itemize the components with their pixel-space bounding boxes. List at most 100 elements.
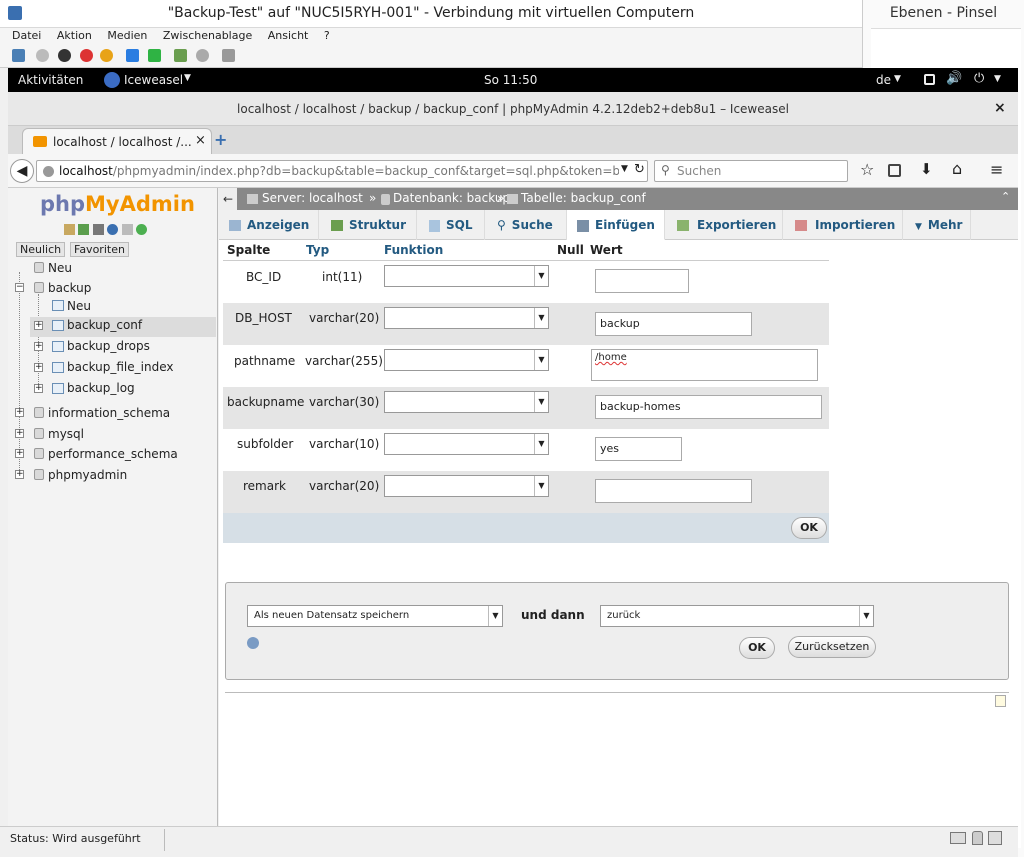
tab-import[interactable]: Importieren <box>783 210 903 240</box>
menu-datei[interactable]: Datei <box>12 29 41 42</box>
expand-mysql-icon[interactable]: + <box>15 429 24 438</box>
value-input-bc-id[interactable] <box>595 269 689 293</box>
reload-nav-icon[interactable] <box>136 224 147 235</box>
tree-new-table[interactable]: Neu <box>67 299 91 313</box>
menu-help[interactable]: ? <box>324 29 330 42</box>
ok-button-bottom[interactable]: OK <box>739 637 775 659</box>
turnoff-icon[interactable] <box>58 49 71 62</box>
docs-icon[interactable] <box>93 224 104 235</box>
function-select[interactable]: ▼ <box>384 433 549 455</box>
menu-ansicht[interactable]: Ansicht <box>268 29 309 42</box>
back-button-icon[interactable]: ◀ <box>10 159 34 183</box>
screen-icon[interactable] <box>924 74 935 85</box>
value-textarea-pathname[interactable]: /home <box>591 349 818 381</box>
tree-table-backup-file-index[interactable]: backup_file_index <box>67 360 173 374</box>
value-input-remark[interactable] <box>595 479 752 503</box>
reset-button[interactable]: Zurücksetzen <box>788 636 876 658</box>
tab-search[interactable]: ⚲ Suche <box>485 210 567 240</box>
tree-new-db[interactable]: Neu <box>48 261 72 275</box>
settings-icon[interactable] <box>122 224 133 235</box>
tab-sql[interactable]: SQL <box>417 210 485 240</box>
function-select[interactable]: ▼ <box>384 349 549 371</box>
menu-zwischenablage[interactable]: Zwischenablage <box>163 29 252 42</box>
tree-db-mysql[interactable]: mysql <box>48 427 84 441</box>
search-field[interactable]: ⚲ Suchen <box>654 160 848 182</box>
tab-export[interactable]: Exportieren <box>665 210 783 240</box>
breadcrumb-table[interactable]: Tabelle: backup_conf <box>521 191 646 205</box>
expand-backup-drops-icon[interactable]: + <box>34 342 43 351</box>
help-icon[interactable] <box>247 637 259 649</box>
header-type[interactable]: Typ <box>306 243 329 257</box>
close-window-icon[interactable]: × <box>994 100 1006 116</box>
breadcrumb-server[interactable]: Server: localhost <box>262 191 363 205</box>
tab-insert[interactable]: Einfügen <box>567 210 665 240</box>
expand-backup-log-icon[interactable]: + <box>34 384 43 393</box>
menu-hamburger-icon[interactable]: ≡ <box>990 160 1003 179</box>
tab-browse[interactable]: Anzeigen <box>219 210 319 240</box>
after-insert-select[interactable]: zurück ▼ <box>600 605 874 627</box>
value-input-db-host[interactable]: backup <box>595 312 752 336</box>
pause-icon[interactable] <box>126 49 139 62</box>
tab-more[interactable]: ▼ Mehr <box>903 210 971 240</box>
home-nav-icon[interactable] <box>64 224 75 235</box>
logout-icon[interactable] <box>78 224 89 235</box>
checkpoint-icon[interactable] <box>174 49 187 62</box>
activities-button[interactable]: Aktivitäten <box>18 73 83 87</box>
expand-information-schema-icon[interactable]: + <box>15 408 24 417</box>
value-input-subfolder[interactable]: yes <box>595 437 682 461</box>
power-icon[interactable] <box>100 49 113 62</box>
tab-structure[interactable]: Struktur <box>319 210 417 240</box>
revert-icon[interactable] <box>196 49 209 62</box>
expand-backup-file-index-icon[interactable]: + <box>34 363 43 372</box>
save-mode-select[interactable]: Als neuen Datensatz speichern ▼ <box>247 605 503 627</box>
url-dropdown-icon[interactable]: ▼ <box>621 164 628 174</box>
enhanced-session-icon[interactable] <box>222 49 235 62</box>
expand-performance-schema-icon[interactable]: + <box>15 449 24 458</box>
menu-medien[interactable]: Medien <box>107 29 147 42</box>
clock[interactable]: So 11:50 <box>484 73 537 87</box>
site-identity-icon[interactable] <box>43 166 54 177</box>
info-icon[interactable] <box>107 224 118 235</box>
browser-tab[interactable]: localhost / localhost /... × <box>22 128 212 154</box>
tree-table-backup-conf[interactable]: backup_conf <box>67 318 142 332</box>
keyboard-layout[interactable]: de <box>876 73 891 87</box>
favorites-tab[interactable]: Favoriten <box>70 242 129 257</box>
collapse-backup-icon[interactable]: − <box>15 283 24 292</box>
start-icon[interactable] <box>36 49 49 62</box>
tree-db-performance-schema[interactable]: performance_schema <box>48 447 178 461</box>
reading-list-icon[interactable] <box>888 164 901 177</box>
new-tab-icon[interactable]: + <box>214 130 227 149</box>
function-select[interactable]: ▼ <box>384 307 549 329</box>
tree-table-backup-log[interactable]: backup_log <box>67 381 135 395</box>
collapse-nav-icon[interactable]: ← <box>219 188 237 210</box>
resume-icon[interactable] <box>148 49 161 62</box>
function-select[interactable]: ▼ <box>384 391 549 413</box>
ok-button-top[interactable]: OK <box>791 517 827 539</box>
expand-backup-conf-icon[interactable]: + <box>34 321 43 330</box>
home-icon[interactable]: ⌂ <box>952 159 962 178</box>
bookmark-star-icon[interactable]: ☆ <box>860 160 874 179</box>
breadcrumb-db[interactable]: Datenbank: backup <box>393 191 510 205</box>
tree-db-phpmyadmin[interactable]: phpmyadmin <box>48 468 127 482</box>
console-icon[interactable] <box>995 695 1006 707</box>
volume-icon[interactable]: 🔊 <box>946 71 962 86</box>
app-menu-button[interactable]: Iceweasel <box>124 73 183 87</box>
shutdown-icon[interactable] <box>80 49 93 62</box>
expand-phpmyadmin-icon[interactable]: + <box>15 470 24 479</box>
url-bar[interactable]: localhost/phpmyadmin/index.php?db=backup… <box>36 160 648 182</box>
downloads-icon[interactable]: ⬇ <box>920 160 933 178</box>
tab-close-icon[interactable]: × <box>195 133 206 148</box>
menu-aktion[interactable]: Aktion <box>57 29 92 42</box>
tree-db-backup[interactable]: backup <box>48 281 91 295</box>
recent-tab[interactable]: Neulich <box>16 242 66 257</box>
power-menu-icon[interactable]: ⏻ <box>974 71 984 86</box>
pma-logo[interactable]: phpMyAdmin <box>40 192 195 216</box>
value-input-backupname[interactable]: backup-homes <box>595 395 822 419</box>
function-select[interactable]: ▼ <box>384 265 549 287</box>
ctrl-alt-del-icon[interactable] <box>12 49 25 62</box>
tree-db-information-schema[interactable]: information_schema <box>48 406 170 420</box>
scroll-top-icon[interactable]: ⌃ <box>1001 190 1010 203</box>
tree-table-backup-drops[interactable]: backup_drops <box>67 339 150 353</box>
reload-icon[interactable]: ↻ <box>634 162 645 177</box>
function-select[interactable]: ▼ <box>384 475 549 497</box>
